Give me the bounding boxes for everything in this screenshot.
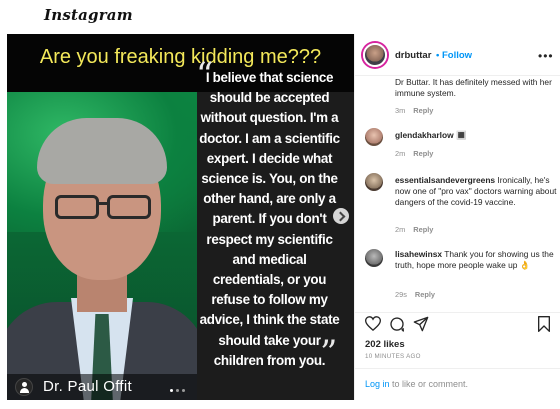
post-headline: Are you freaking kidding me??? [39, 46, 322, 68]
comment-text: glendakharlow 🔳 [395, 130, 467, 140]
reply-button[interactable]: Reply [413, 149, 433, 158]
author-avatar[interactable] [363, 43, 387, 67]
like-count[interactable]: 202 likes [365, 339, 405, 350]
comment-avatar[interactable] [365, 128, 383, 146]
author-username[interactable]: drbuttar [395, 50, 431, 61]
carousel-dots [170, 389, 185, 392]
comment-avatar[interactable] [365, 249, 383, 267]
more-horizontal-icon[interactable]: ••• [538, 49, 554, 63]
comment-avatar[interactable] [365, 173, 383, 191]
comment-meta: 29s Reply [395, 290, 436, 299]
tagged-user-icon[interactable] [15, 378, 33, 396]
heart-icon[interactable] [364, 316, 382, 336]
instagram-logo[interactable]: Instagram [44, 6, 133, 24]
comment-username[interactable]: essentialsandevergreens [395, 175, 495, 185]
reply-button[interactable]: Reply [413, 225, 433, 234]
action-bar [354, 312, 560, 338]
top-bar: Instagram [0, 0, 560, 34]
comments-list: Dr Buttar. It has definitely messed with… [354, 77, 560, 309]
comment-icon[interactable] [389, 316, 405, 337]
follow-button[interactable]: • Follow [436, 50, 472, 61]
quote-text: I believe that science should be accepte… [199, 70, 340, 368]
login-prompt: Log in to like or comment. [365, 379, 469, 389]
comment-text: essentialsandevergreens Ironically, he's… [395, 175, 557, 207]
login-link[interactable]: Log in [365, 379, 390, 389]
bookmark-icon[interactable] [537, 316, 551, 337]
comment-meta: 3m Reply [395, 106, 434, 115]
reply-button[interactable]: Reply [413, 106, 433, 115]
carousel-dot [182, 389, 185, 392]
glasses-right [107, 195, 151, 219]
comment-meta: 2m Reply [395, 149, 434, 158]
quote-close-mark: ” [320, 333, 338, 373]
comment-meta: 2m Reply [395, 225, 434, 234]
share-icon[interactable] [413, 316, 429, 337]
carousel-dot [176, 389, 179, 392]
glasses-bridge [97, 202, 109, 205]
glasses-left [55, 195, 99, 219]
comment-username[interactable]: glendakharlow [395, 130, 454, 140]
comment-text: Dr Buttar. It has definitely messed with… [395, 77, 552, 98]
portrait-photo [7, 92, 197, 400]
comment-username[interactable]: lisahewinsx [395, 249, 442, 259]
portrait-hair [37, 118, 167, 184]
post-timestamp[interactable]: 10 MINUTES AGO [365, 353, 421, 360]
chevron-right-icon[interactable] [333, 208, 349, 224]
comment-text: lisahewinsx Thank you for showing us the… [395, 249, 554, 270]
carousel-dot-active [170, 389, 173, 392]
reply-button[interactable]: Reply [415, 290, 435, 299]
name-caption: Dr. Paul Offit [43, 378, 132, 395]
